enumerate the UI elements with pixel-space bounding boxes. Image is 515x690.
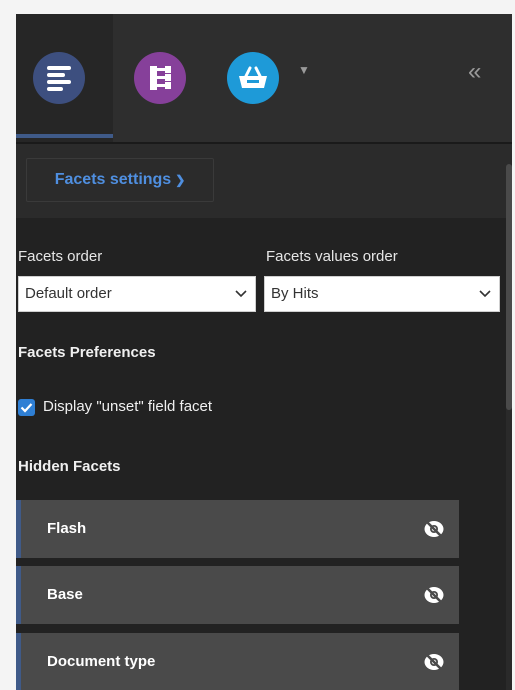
hierarchy-tree-icon[interactable] [134, 52, 186, 104]
menu-lines-icon [33, 52, 85, 104]
hidden-facet-item[interactable]: Document type [16, 633, 459, 690]
hidden-facet-item[interactable]: Base [16, 566, 459, 624]
outer-frame-left [0, 0, 16, 690]
basket-dropdown-caret-icon[interactable]: ▼ [298, 63, 310, 77]
facets-panel: ▼ « Facets settings ❯ Facets order Facets… [16, 14, 512, 690]
chevron-down-icon: ❯ [175, 173, 186, 187]
display-unset-label: Display "unset" field facet [43, 398, 213, 415]
eye-slash-icon[interactable] [423, 652, 445, 672]
hidden-facet-label: Flash [47, 520, 87, 537]
collapse-panel-icon[interactable]: « [468, 60, 481, 84]
outer-frame-top [0, 0, 515, 14]
facets-order-label: Facets order [18, 248, 103, 265]
facets-values-order-label: Facets values order [266, 248, 398, 265]
facets-values-order-value: By Hits [271, 285, 319, 302]
active-tab-indicator [16, 134, 113, 138]
facets-settings-label: Facets settings [54, 171, 172, 188]
scrollbar-thumb[interactable] [506, 164, 512, 410]
eye-slash-icon[interactable] [423, 519, 445, 539]
facets-values-order-select[interactable]: By Hits [264, 276, 500, 312]
panel-header: ▼ « [16, 14, 512, 142]
hidden-facet-item[interactable]: Flash [16, 500, 459, 558]
facets-order-value: Default order [25, 285, 112, 302]
chevron-down-icon [479, 277, 491, 323]
settings-bar: Facets settings ❯ [16, 144, 512, 218]
basket-icon[interactable] [227, 52, 279, 104]
facets-order-select[interactable]: Default order [18, 276, 256, 312]
tab-facets[interactable] [16, 14, 113, 142]
hidden-facet-label: Document type [47, 653, 156, 670]
facets-preferences-title: Facets Preferences [18, 344, 156, 361]
display-unset-checkbox[interactable] [18, 399, 35, 416]
hidden-facets-title: Hidden Facets [18, 458, 121, 475]
facets-settings-button[interactable]: Facets settings ❯ [26, 158, 214, 202]
eye-slash-icon[interactable] [423, 585, 445, 605]
hidden-facet-label: Base [47, 586, 83, 603]
chevron-down-icon [235, 277, 247, 323]
